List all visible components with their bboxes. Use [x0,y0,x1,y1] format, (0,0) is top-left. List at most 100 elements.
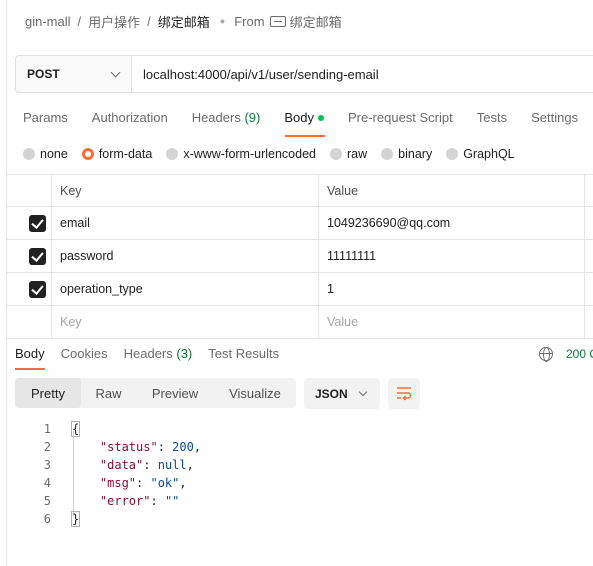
dot-separator: ● [219,16,226,26]
new-description-input[interactable] [585,306,593,338]
format-select[interactable]: JSON [304,378,380,409]
line-number: 6 [43,512,51,526]
new-value-input[interactable]: Value [319,306,585,338]
key-cell[interactable]: password [52,240,319,272]
tab-label: Authorization [91,110,168,125]
key-cell[interactable]: operation_type [52,273,319,305]
code-line: 5 "error": "" [15,492,201,510]
radio-circle [381,148,394,160]
breadcrumb-folder[interactable]: 用户操作 [88,12,140,31]
close-brace: } [71,511,81,527]
chevron-down-icon [358,387,368,397]
view-pretty[interactable]: Pretty [15,378,81,408]
response-body-code[interactable]: 1 { 2 "status": 200, 3 "data": null, 4 "… [15,420,201,528]
active-response-tab-indicator [15,368,45,370]
body-indicator-dot [317,114,324,121]
example-icon [269,15,286,27]
radio-circle [81,148,94,160]
radio-none[interactable]: none [23,147,68,161]
open-brace: { [71,421,81,437]
globe-icon[interactable] [539,347,553,362]
description-cell[interactable] [585,273,593,305]
value-cell[interactable]: 1 [319,273,585,305]
radio-label: binary [398,147,433,161]
value-cell[interactable]: 11111111 [319,240,585,272]
value-column-header: Value [319,175,585,206]
url-input[interactable]: localhost:4000/api/v1/user/sending-email [132,56,593,92]
enable-checkbox[interactable] [29,214,46,232]
json-key: "data" [99,458,144,472]
json-value: "ok" [150,476,180,490]
tab-label: Headers [123,346,173,361]
breadcrumb-separator: / [147,13,151,29]
tab-cookies[interactable]: Cookies [61,346,108,364]
tab-response-headers[interactable]: Headers (3) [124,346,193,364]
table-row: operation_type 1 [6,273,593,306]
active-tab-indicator [285,135,325,137]
tab-tests[interactable]: Tests [477,110,507,128]
method-label: POST [27,67,60,81]
code-text: "error": "" [99,494,180,508]
headers-count: (9) [244,110,261,125]
json-value: "" [164,494,180,508]
from-request-link[interactable]: 绑定邮箱 [290,12,342,31]
radio-binary[interactable]: binary [381,147,432,161]
form-data-table: Key Value email 1049236690@qq.com passwo… [6,174,593,339]
radio-graphql[interactable]: GraphQL [446,147,515,161]
status-code[interactable]: 200 OK [566,347,593,361]
radio-circle [330,148,342,160]
enable-checkbox[interactable] [29,247,46,265]
tab-response-body[interactable]: Body [15,346,45,364]
json-key: "msg" [99,476,137,490]
value-cell[interactable]: 1049236690@qq.com [319,207,585,239]
tab-headers[interactable]: Headers (9) [192,110,261,128]
json-key: "error" [99,494,151,508]
breadcrumb-request[interactable]: 绑定邮箱 [158,12,210,31]
tab-settings[interactable]: Settings [531,110,578,128]
radio-form-data[interactable]: form-data [81,147,153,161]
description-column-header [585,175,593,206]
tab-authorization[interactable]: Authorization [92,110,168,128]
tab-label: Pre-request Script [347,110,453,125]
description-cell[interactable] [585,207,593,239]
line-number: 2 [43,440,51,454]
tab-params[interactable]: Params [23,110,68,128]
new-key-input[interactable]: Key [52,306,319,338]
code-line: 6 } [15,510,201,528]
response-tabs: Body Cookies Headers (3) Test Results [15,346,295,364]
description-cell[interactable] [585,240,593,272]
tab-label: Settings [531,110,579,125]
code-text: { [71,421,81,437]
from-label: From [234,13,265,29]
row-check-cell [6,240,52,272]
tab-label: Body [284,110,314,125]
tab-label: Tests [476,110,508,125]
tab-pre-request-script[interactable]: Pre-request Script [348,110,453,128]
code-line: 4 "msg": "ok", [15,474,201,492]
code-text: "status": 200, [99,440,202,454]
table-row: email 1049236690@qq.com [6,207,593,240]
wrap-lines-button[interactable] [388,378,420,409]
json-key: "status" [99,440,158,454]
radio-raw[interactable]: raw [330,147,367,161]
enable-checkbox[interactable] [29,280,46,298]
breadcrumb-collection[interactable]: gin-mall [25,14,71,29]
method-select[interactable]: POST [16,56,132,92]
wrap-lines-icon [397,387,412,401]
radio-urlencoded[interactable]: x-www-form-urlencoded [166,147,316,161]
view-preview[interactable]: Preview [136,378,214,408]
radio-label: form-data [98,147,153,161]
json-comma: , [186,458,194,472]
radio-circle [446,148,459,160]
key-cell[interactable]: email [52,207,319,239]
row-check-cell [6,273,52,305]
tab-test-results[interactable]: Test Results [208,346,279,364]
code-text: } [71,511,81,527]
view-raw[interactable]: Raw [81,378,136,408]
json-comma: , [179,476,187,490]
view-visualize[interactable]: Visualize [214,378,296,408]
tab-body[interactable]: Body [284,110,324,128]
radio-circle [23,148,35,160]
breadcrumb: gin-mall / 用户操作 / 绑定邮箱 ● From 绑定邮箱 [25,12,342,30]
json-value: null [157,458,187,472]
